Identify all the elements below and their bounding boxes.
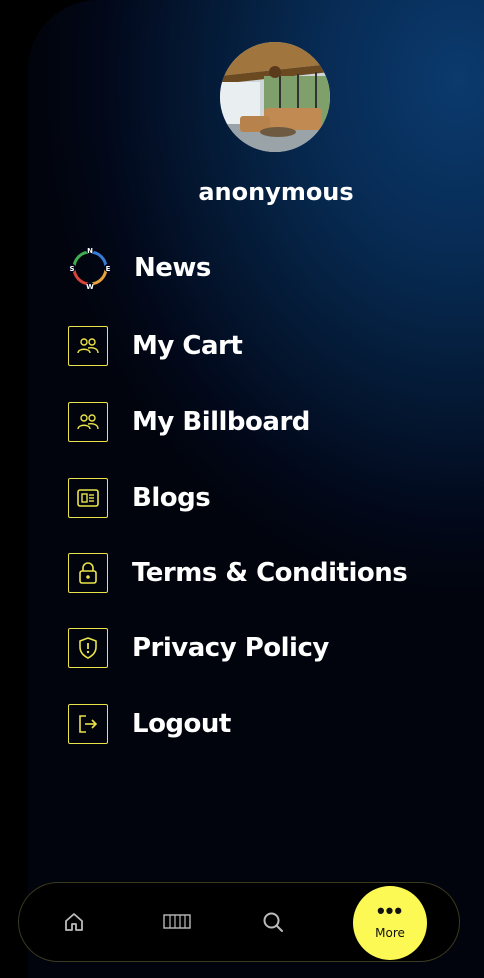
more-dots-icon: ••• [376, 898, 404, 923]
menu-item-my-billboard[interactable]: My Billboard [68, 400, 448, 444]
nav-billboard-button[interactable] [147, 883, 207, 961]
compass-letter-n: N [87, 247, 93, 255]
home-icon [65, 913, 83, 931]
navigation-drawer: anonymous N E W S News My Cart My Billbo… [28, 0, 484, 978]
logout-icon [68, 704, 108, 744]
compass-icon: N E W S [68, 246, 112, 290]
nav-home-button[interactable] [44, 883, 104, 961]
menu-item-terms-conditions[interactable]: Terms & Conditions [68, 551, 448, 595]
menu-item-logout[interactable]: Logout [68, 702, 448, 746]
menu-item-label: My Billboard [132, 407, 310, 437]
users-icon [68, 402, 108, 442]
compass-letter-e: E [106, 265, 111, 273]
menu-item-news[interactable]: N E W S News [68, 246, 448, 290]
compass-letter-s: S [69, 265, 74, 273]
menu-item-label: My Cart [132, 331, 243, 361]
nav-search-button[interactable] [243, 883, 303, 961]
menu-item-label: Blogs [132, 483, 211, 513]
article-icon [68, 478, 108, 518]
bottom-navigation-bar: ••• More [18, 882, 460, 962]
menu-item-my-cart[interactable]: My Cart [68, 324, 448, 368]
more-label: More [375, 926, 405, 940]
menu-item-privacy-policy[interactable]: Privacy Policy [68, 626, 448, 670]
username: anonymous [198, 178, 354, 206]
users-icon [68, 326, 108, 366]
search-icon [263, 912, 283, 932]
compass-letter-w: W [86, 283, 94, 290]
shield-icon [68, 628, 108, 668]
lock-icon [68, 553, 108, 593]
menu-item-label: Terms & Conditions [132, 558, 408, 588]
billboard-icon [163, 914, 191, 929]
menu-item-label: News [134, 253, 211, 283]
nav-more-button[interactable]: ••• More [353, 886, 427, 960]
menu-item-label: Privacy Policy [132, 633, 329, 663]
menu-item-label: Logout [132, 709, 231, 739]
menu-item-blogs[interactable]: Blogs [68, 476, 448, 520]
avatar[interactable] [220, 42, 330, 152]
